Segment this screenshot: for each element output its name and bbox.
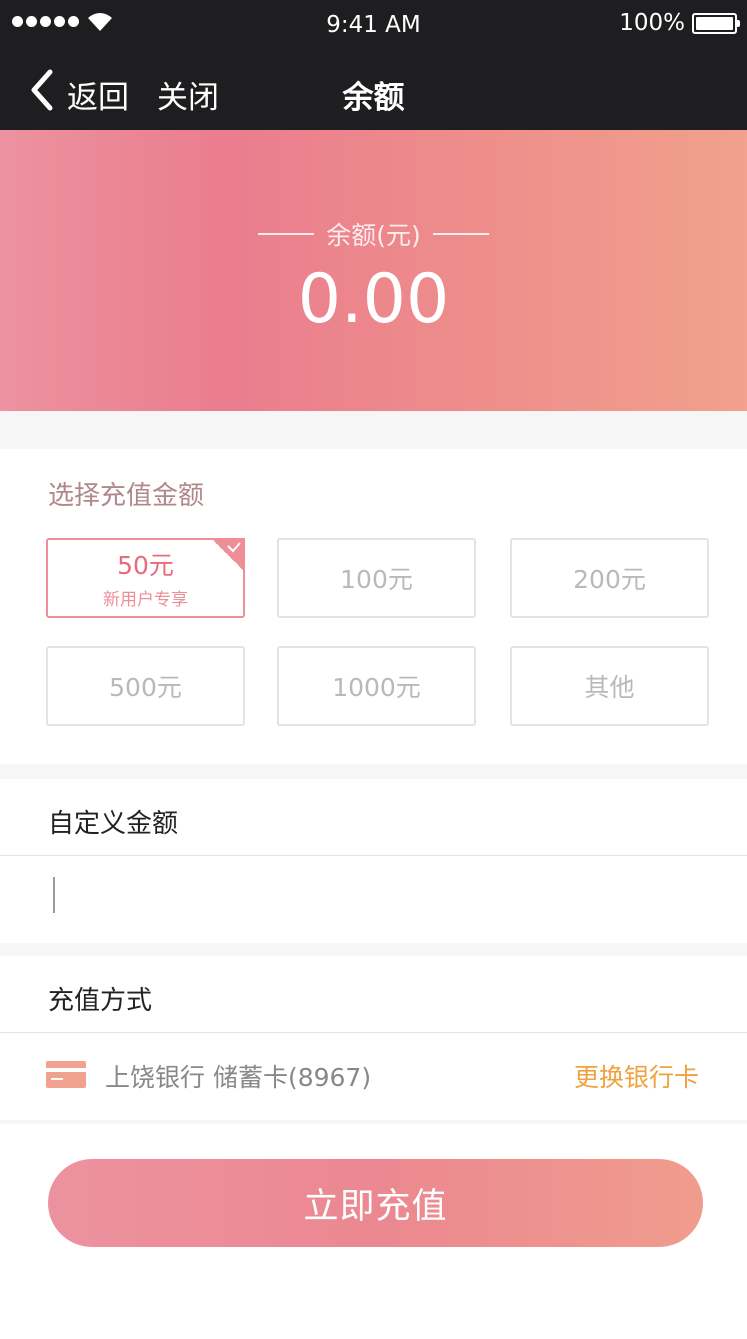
status-bar: 9:41 AM 100% — [0, 0, 747, 50]
change-card-link[interactable]: 更换银行卡 — [574, 1058, 699, 1094]
balance-banner: 余额(元) 0.00 — [0, 130, 747, 411]
amount-option-label: 200元 — [573, 565, 646, 594]
amount-option-label: 100元 — [340, 565, 413, 594]
section-gap — [0, 943, 747, 956]
section-gap — [0, 764, 747, 779]
custom-amount-title: 自定义金额 — [48, 809, 179, 839]
amount-option-other[interactable]: 其他 — [510, 646, 709, 726]
amount-option-label: 50元 — [117, 551, 174, 580]
amount-option-50[interactable]: 50元 新用户专享 — [46, 538, 245, 618]
balance-label: 余额(元) — [326, 221, 421, 250]
battery-percent: 100% — [619, 10, 685, 36]
amount-option-label: 500元 — [109, 673, 182, 702]
amount-option-200[interactable]: 200元 — [510, 538, 709, 618]
amount-option-label: 1000元 — [332, 673, 421, 702]
battery-icon — [692, 13, 740, 34]
bank-card-row[interactable]: 上饶银行 储蓄卡(8967) 更换银行卡 — [0, 1033, 747, 1120]
amount-option-label: 其他 — [584, 673, 635, 702]
section-gap — [0, 411, 747, 449]
bank-card-label: 上饶银行 储蓄卡(8967) — [105, 1063, 372, 1092]
check-icon — [211, 538, 245, 572]
recharge-amount-section: 选择充值金额 50元 新用户专享 100元 200元 500元 1000元 其他 — [0, 449, 747, 764]
balance-amount: 0.00 — [297, 260, 450, 339]
custom-amount-input[interactable] — [48, 867, 698, 927]
amount-option-note: 新用户专享 — [103, 590, 188, 610]
text-caret — [53, 877, 55, 913]
divider-line — [432, 233, 489, 235]
balance-label-row: 余额(元) — [0, 216, 747, 252]
bank-card-icon — [46, 1061, 86, 1088]
payment-method-section: 充值方式 上饶银行 储蓄卡(8967) 更换银行卡 — [0, 956, 747, 1120]
amount-option-1000[interactable]: 1000元 — [277, 646, 476, 726]
divider — [0, 855, 747, 856]
page-title: 余额 — [342, 80, 405, 116]
divider-line — [258, 233, 315, 235]
recharge-title: 选择充值金额 — [48, 481, 205, 511]
section-gap — [0, 1120, 747, 1124]
custom-amount-section: 自定义金额 — [0, 779, 747, 943]
recharge-now-button[interactable]: 立即充值 — [48, 1159, 703, 1247]
nav-bar: 返回 关闭 余额 — [0, 50, 747, 130]
amount-option-100[interactable]: 100元 — [277, 538, 476, 618]
payment-method-title: 充值方式 — [48, 986, 153, 1016]
amount-option-500[interactable]: 500元 — [46, 646, 245, 726]
